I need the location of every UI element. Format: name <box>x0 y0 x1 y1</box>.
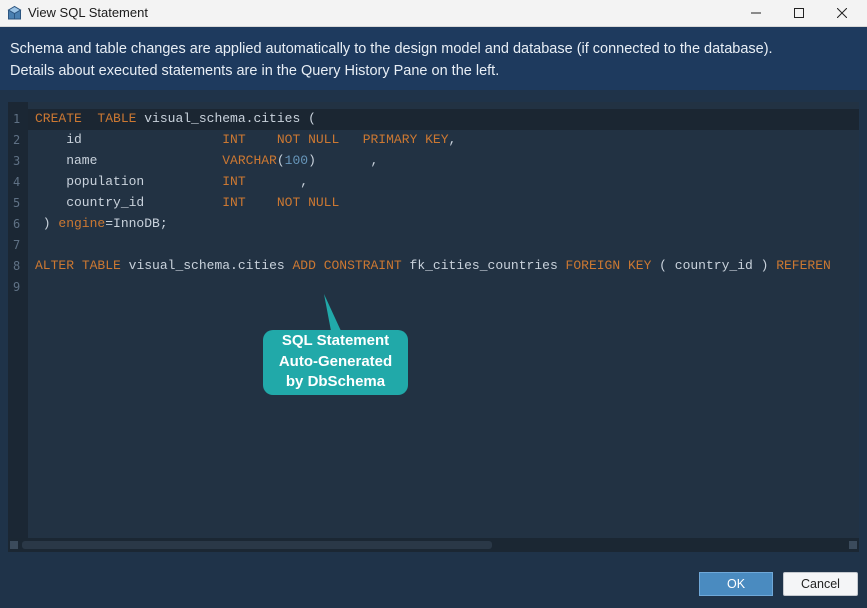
callout-bubble: SQL Statement Auto-Generated by DbSchema <box>263 330 408 395</box>
close-icon <box>837 8 847 18</box>
info-text-line-2: Details about executed statements are in… <box>10 63 500 79</box>
minimize-icon <box>751 12 761 14</box>
horizontal-scrollbar[interactable] <box>8 538 859 552</box>
scrollbar-thumb[interactable] <box>22 541 492 549</box>
info-panel: Schema and table changes are applied aut… <box>0 27 867 90</box>
maximize-icon <box>794 8 804 18</box>
callout-line-3: by DbSchema <box>285 373 386 390</box>
callout-line-1: SQL Statement <box>281 332 390 349</box>
cancel-button[interactable]: Cancel <box>783 572 858 596</box>
callout-pointer <box>324 294 341 331</box>
app-icon <box>7 5 22 20</box>
ok-button[interactable]: OK <box>699 572 773 596</box>
scroll-right-arrow-icon[interactable] <box>849 541 857 549</box>
maximize-button[interactable] <box>777 0 821 26</box>
close-button[interactable] <box>820 0 864 26</box>
title-bar: View SQL Statement <box>0 0 867 27</box>
window-title: View SQL Statement <box>28 5 148 20</box>
callout-line-2: Auto-Generated <box>278 352 393 370</box>
info-text-line-1: Schema and table changes are applied aut… <box>10 41 773 57</box>
scroll-left-arrow-icon[interactable] <box>10 541 18 549</box>
minimize-button[interactable] <box>734 0 778 26</box>
sql-editor[interactable]: 1 2 3 4 5 6 7 8 9 CREATE TABLE visual_sc… <box>8 102 859 552</box>
